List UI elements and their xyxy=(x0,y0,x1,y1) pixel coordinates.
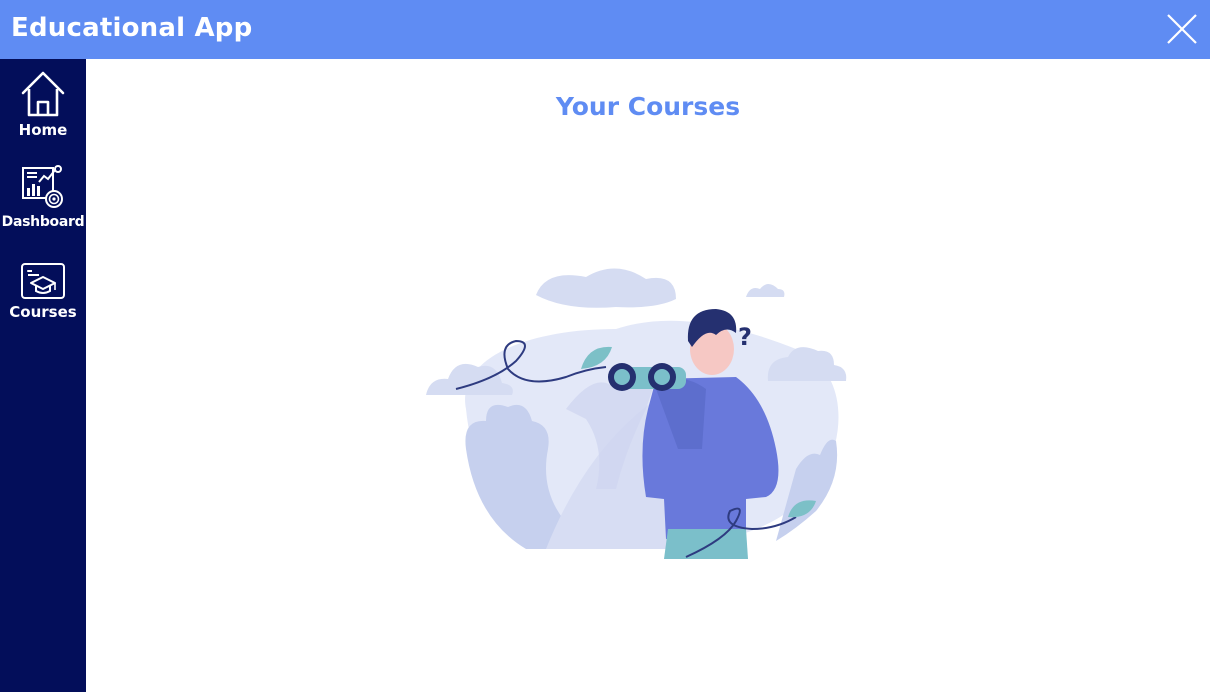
sidebar-item-courses[interactable]: Courses xyxy=(0,261,86,321)
sidebar-item-home[interactable]: Home xyxy=(0,69,86,139)
dashboard-icon xyxy=(22,165,63,208)
main-content: Your Courses ? xyxy=(86,59,1210,692)
app-title: Educational App xyxy=(11,13,253,43)
sidebar-item-dashboard[interactable]: Dashboard xyxy=(0,164,86,230)
sidebar-item-label: Home xyxy=(18,121,68,139)
title-bar: Educational App xyxy=(0,0,1210,59)
close-button[interactable] xyxy=(1152,0,1210,59)
home-icon xyxy=(21,71,65,117)
svg-text:?: ? xyxy=(738,323,752,351)
close-icon xyxy=(1167,14,1197,44)
sidebar: Home Dashboard Courses xyxy=(0,59,86,692)
page-title: Your Courses xyxy=(555,92,741,121)
sidebar-item-label: Courses xyxy=(9,303,77,321)
binoculars-illustration: ? xyxy=(426,268,847,559)
sidebar-item-label: Dashboard xyxy=(1,214,85,230)
courses-icon xyxy=(21,263,65,299)
